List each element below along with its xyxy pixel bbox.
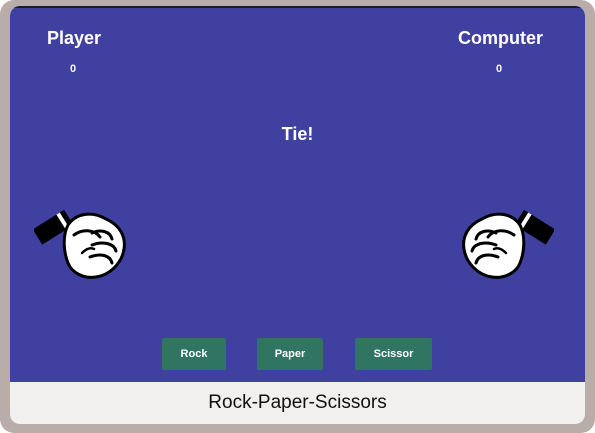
player-score: 0: [70, 63, 77, 75]
computer-score: 0: [496, 63, 503, 75]
computer-label: Computer: [458, 28, 543, 48]
computer-fist-icon: [462, 209, 554, 279]
player-fist-icon: [34, 209, 126, 279]
game-stage: Player Computer 0 0 Tie! Rock Paper Scis…: [10, 6, 585, 382]
app-card: Player Computer 0 0 Tie! Rock Paper Scis…: [10, 6, 585, 424]
player-label: Player: [47, 28, 102, 48]
footer-caption: Rock-Paper-Scissors: [208, 392, 387, 413]
paper-button[interactable]: Paper: [257, 338, 323, 370]
rock-button[interactable]: Rock: [162, 338, 226, 370]
result-text: Tie!: [281, 124, 314, 144]
app-frame: Player Computer 0 0 Tie! Rock Paper Scis…: [0, 0, 595, 433]
scissor-button[interactable]: Scissor: [355, 338, 432, 370]
